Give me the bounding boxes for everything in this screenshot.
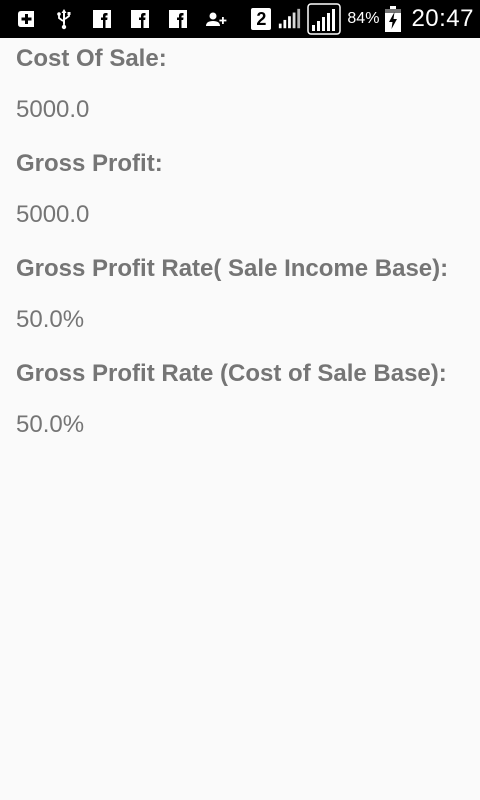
notification-icons [14, 0, 228, 38]
battery-charging-icon [385, 6, 402, 32]
sim-slot-badge: 2 [251, 8, 272, 30]
gross-profit-rate-income-label: Gross Profit Rate( Sale Income Base): [16, 255, 449, 282]
cost-of-sale-value: 5000.0 [16, 96, 90, 123]
gross-profit-section: Gross Profit: 5000.0 [16, 148, 464, 231]
gross-profit-rate-cost-section: Gross Profit Rate (Cost of Sale Base): 5… [16, 358, 464, 441]
gross-profit-rate-cost-label: Gross Profit Rate (Cost of Sale Base): [16, 360, 447, 387]
cost-of-sale-label: Cost Of Sale: [16, 45, 167, 72]
add-person-icon [204, 7, 228, 31]
cost-of-sale-section: Cost Of Sale: 5000.0 [16, 43, 464, 126]
signal-icon [277, 7, 301, 31]
facebook-icon [166, 7, 190, 31]
signal-icon [307, 3, 342, 35]
usb-icon [52, 7, 76, 31]
add-box-icon [14, 7, 38, 31]
gross-profit-value: 5000.0 [16, 201, 90, 228]
facebook-icon [128, 7, 152, 31]
gross-profit-rate-income-value: 50.0% [16, 306, 85, 333]
profit-details: Cost Of Sale: 5000.0 Gross Profit: 5000.… [0, 38, 480, 441]
system-status: 2 84% 20:47 [251, 0, 474, 38]
facebook-icon [90, 7, 114, 31]
gross-profit-label: Gross Profit: [16, 150, 163, 177]
battery-percentage: 84% [347, 10, 380, 27]
status-bar: 2 84% 20:47 [0, 0, 480, 38]
gross-profit-rate-income-section: Gross Profit Rate( Sale Income Base): 50… [16, 253, 464, 336]
clock: 20:47 [411, 5, 474, 32]
gross-profit-rate-cost-value: 50.0% [16, 411, 85, 438]
